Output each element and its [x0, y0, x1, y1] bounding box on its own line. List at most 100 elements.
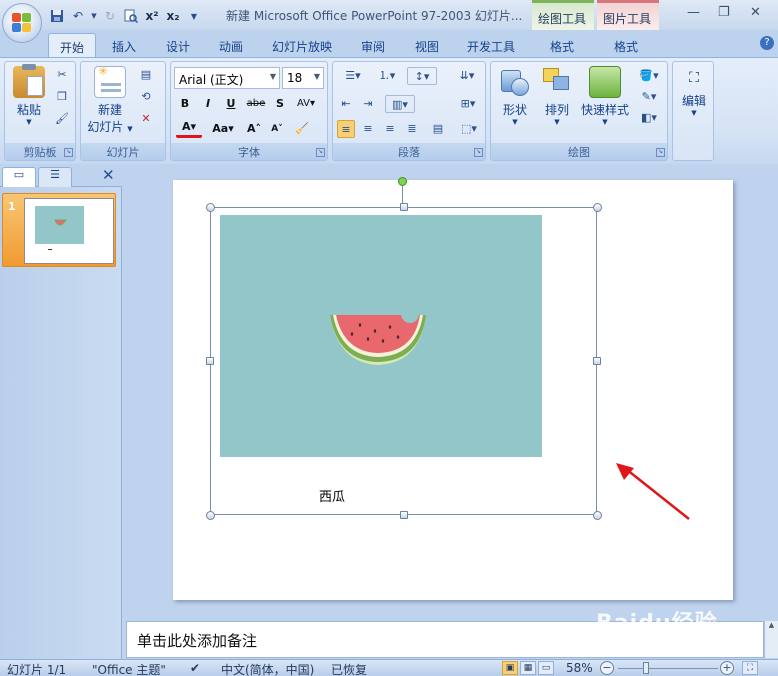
tab-review[interactable]: 审阅: [350, 33, 396, 57]
format-painter-icon[interactable]: 🖌: [53, 110, 71, 128]
zoom-slider[interactable]: [618, 668, 718, 669]
resize-handle-bottom-right[interactable]: [593, 511, 602, 520]
slideshow-view-icon[interactable]: ▭: [538, 661, 554, 675]
increase-indent-icon[interactable]: ⇥: [359, 95, 377, 113]
tab-developer[interactable]: 开发工具: [458, 33, 524, 57]
tab-design[interactable]: 设计: [156, 33, 200, 57]
clipboard-launcher-icon[interactable]: ↘: [64, 148, 73, 157]
align-left-icon[interactable]: ≡: [337, 120, 355, 138]
scroll-up-icon[interactable]: ▲: [765, 621, 778, 629]
new-slide-button[interactable]: ✳ 新建 幻灯片 ▼: [85, 64, 135, 135]
line-spacing-icon[interactable]: ↕▾: [407, 67, 437, 85]
subscript-icon[interactable]: x₂: [164, 7, 182, 25]
columns-icon[interactable]: ▥▾: [385, 95, 415, 113]
tab-slideshow[interactable]: 幻灯片放映: [262, 33, 342, 57]
undo-icon[interactable]: ↶: [69, 7, 87, 25]
bullets-icon[interactable]: ☰▾: [337, 67, 369, 85]
font-name-dropdown-icon[interactable]: ▼: [270, 72, 276, 81]
superscript-icon[interactable]: x²: [143, 7, 161, 25]
quick-styles-button[interactable]: 快速样式 ▼: [579, 66, 631, 126]
print-preview-icon[interactable]: [122, 7, 140, 25]
zoom-slider-thumb[interactable]: [643, 662, 649, 674]
clear-format-icon[interactable]: 🧹: [291, 120, 313, 138]
strikethrough-icon[interactable]: abe: [245, 95, 267, 113]
slide-sorter-view-icon[interactable]: ▦: [520, 661, 536, 675]
text-direction-icon[interactable]: ⇊▾: [453, 67, 481, 85]
shrink-font-icon[interactable]: A˅: [267, 120, 287, 138]
tab-home[interactable]: 开始: [48, 33, 96, 57]
drawing-launcher-icon[interactable]: ↘: [656, 148, 665, 157]
rotation-handle[interactable]: [398, 177, 407, 186]
numbering-icon[interactable]: ⒈▾: [371, 67, 403, 85]
spell-check-icon[interactable]: ✔: [190, 661, 200, 675]
bold-icon[interactable]: B: [176, 95, 194, 113]
tab-view[interactable]: 视图: [404, 33, 450, 57]
shape-fill-icon[interactable]: 🪣▾: [635, 67, 663, 85]
distributed-icon[interactable]: ▤: [429, 120, 447, 138]
selection-frame[interactable]: [210, 207, 597, 515]
slides-tab-icon[interactable]: ▭: [2, 167, 36, 187]
layout-icon[interactable]: ▤: [137, 66, 155, 84]
zoom-out-icon[interactable]: −: [600, 661, 614, 675]
paste-button[interactable]: 粘贴 ▼: [9, 64, 49, 126]
underline-icon[interactable]: U: [222, 95, 240, 113]
resize-handle-top-right[interactable]: [593, 203, 602, 212]
align-text-icon[interactable]: ⊞▾: [455, 95, 481, 113]
shapes-button[interactable]: 形状 ▼: [495, 66, 535, 126]
minimize-button[interactable]: —: [687, 5, 700, 20]
resize-handle-left[interactable]: [206, 357, 214, 365]
paragraph-launcher-icon[interactable]: ↘: [474, 148, 483, 157]
restore-button[interactable]: ❐: [718, 5, 730, 20]
redo-icon[interactable]: ↻: [101, 7, 119, 25]
smartart-icon[interactable]: ⬚▾: [457, 120, 481, 138]
shape-effects-icon[interactable]: ◧▾: [635, 109, 663, 127]
font-size-dropdown-icon[interactable]: ▼: [314, 72, 320, 81]
tab-insert[interactable]: 插入: [102, 33, 146, 57]
tab-picture-format[interactable]: 格式: [600, 33, 652, 57]
reset-icon[interactable]: ⟲: [137, 88, 155, 106]
slide-thumbnail[interactable]: 1: [2, 193, 116, 267]
help-icon[interactable]: ?: [760, 36, 774, 50]
zoom-in-icon[interactable]: +: [720, 661, 734, 675]
save-icon[interactable]: [48, 7, 66, 25]
resize-handle-top[interactable]: [400, 203, 408, 211]
resize-handle-top-left[interactable]: [206, 203, 215, 212]
justify-icon[interactable]: ≣: [403, 120, 421, 138]
tab-animations[interactable]: 动画: [208, 33, 254, 57]
zoom-level[interactable]: 58%: [566, 661, 593, 675]
tab-drawing-format[interactable]: 格式: [536, 33, 588, 57]
paste-dropdown-icon[interactable]: ▼: [9, 118, 49, 126]
close-button[interactable]: ✕: [750, 5, 761, 20]
font-name-combo[interactable]: Arial (正文) ▼: [174, 67, 280, 89]
decrease-indent-icon[interactable]: ⇤: [337, 95, 355, 113]
pane-close-icon[interactable]: ✕: [102, 166, 115, 184]
resize-handle-bottom[interactable]: [400, 511, 408, 519]
arrange-button[interactable]: 排列 ▼: [537, 66, 577, 126]
char-spacing-icon[interactable]: AV▾: [293, 95, 319, 113]
font-color-icon[interactable]: A▾: [176, 120, 202, 138]
notes-scrollbar[interactable]: ▲: [764, 621, 778, 658]
grow-font-icon[interactable]: A˄: [243, 120, 265, 138]
office-button[interactable]: [2, 3, 42, 43]
fit-to-window-icon[interactable]: ⛶: [742, 661, 758, 675]
copy-icon[interactable]: ❐: [53, 88, 71, 106]
change-case-icon[interactable]: Aa▾: [209, 120, 237, 138]
align-center-icon[interactable]: ≡: [359, 120, 377, 138]
font-launcher-icon[interactable]: ↘: [316, 148, 325, 157]
font-size-combo[interactable]: 18 ▼: [282, 67, 324, 89]
editing-button[interactable]: ⛶ 编辑 ▼: [675, 66, 713, 117]
italic-icon[interactable]: I: [199, 95, 217, 113]
language[interactable]: 中文(简体，中国): [221, 661, 314, 676]
undo-dropdown-icon[interactable]: ▼: [90, 7, 98, 25]
delete-slide-icon[interactable]: ✕: [137, 110, 155, 128]
resize-handle-right[interactable]: [593, 357, 601, 365]
customize-qat-icon[interactable]: ▼: [185, 7, 203, 25]
shape-outline-icon[interactable]: ✎▾: [635, 88, 663, 106]
resize-handle-bottom-left[interactable]: [206, 511, 215, 520]
text-shadow-icon[interactable]: S: [271, 95, 289, 113]
align-right-icon[interactable]: ≡: [381, 120, 399, 138]
normal-view-icon[interactable]: ▣: [502, 661, 518, 675]
cut-icon[interactable]: ✂: [53, 66, 71, 84]
outline-tab-icon[interactable]: ☰: [38, 167, 72, 187]
slide-canvas[interactable]: 西瓜: [173, 177, 733, 600]
